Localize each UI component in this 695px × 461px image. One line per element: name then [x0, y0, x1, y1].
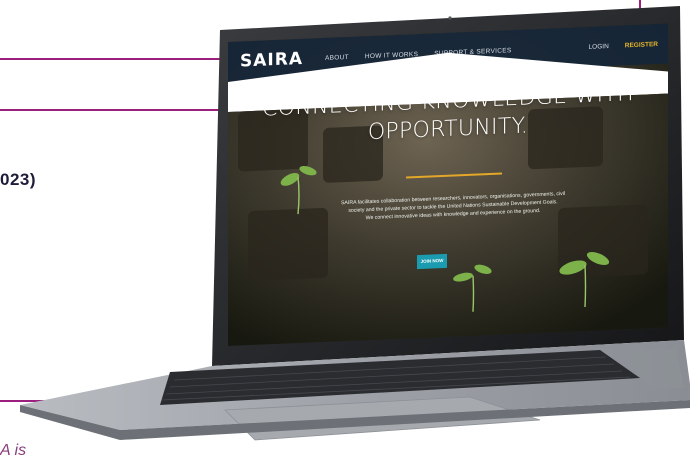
- join-now-button[interactable]: JOIN NOW: [417, 253, 447, 270]
- website-screen: SAIRA ABOUT HOW IT WORKS SUPPORT & SERVI…: [228, 23, 668, 347]
- laptop-mockup: SAIRA ABOUT HOW IT WORKS SUPPORT & SERVI…: [0, 0, 695, 461]
